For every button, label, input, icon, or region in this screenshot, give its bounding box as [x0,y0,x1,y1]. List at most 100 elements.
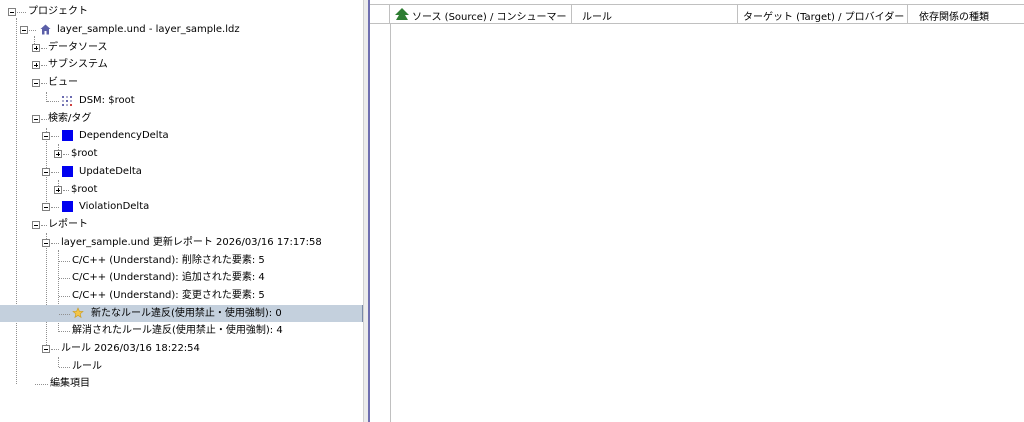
tree-connector [17,12,26,13]
tree-label: $root [71,184,98,195]
tree-label: ルール 2026/03/16 18:22:54 [61,343,200,354]
tree-connector [41,48,47,49]
tree-node-deleted[interactable]: C/C++ (Understand): 削除された要素: 5 [0,252,362,269]
expand-toggle[interactable] [32,61,40,69]
tag-square-icon [62,166,73,177]
tree-node-dep-root[interactable]: $root [0,145,362,162]
tree-label: 編集項目 [50,378,90,389]
collapse-toggle[interactable] [32,221,40,229]
tree-connector [59,261,70,262]
collapse-toggle[interactable] [8,8,16,16]
tree-connector [47,101,59,102]
tree-connector [51,243,59,244]
expand-toggle[interactable] [32,44,40,52]
header-corner-cell [370,5,390,23]
tree-node-update-delta[interactable]: UpdateDelta [0,163,362,180]
tree-label: 検索/タグ [48,113,92,124]
tree-node-project[interactable]: プロジェクト [0,3,362,20]
tree-label: データソース [48,42,108,53]
column-header-label: ソース (Source) / コンシューマー (Co... [412,12,570,23]
tree-connector [59,367,70,368]
tree-connector [41,225,47,226]
tree-node-changed[interactable]: C/C++ (Understand): 変更された要素: 5 [0,287,362,304]
collapse-toggle[interactable] [20,26,28,34]
tree-label: ViolationDelta [79,201,150,212]
tree-node-report[interactable]: レポート [0,216,362,233]
tree-label: C/C++ (Understand): 追加された要素: 4 [72,272,265,283]
collapse-toggle[interactable] [42,203,50,211]
project-tree-panel: プロジェクト layer_sample.und - layer_sample.l… [0,0,365,422]
tree-node-new-violation[interactable]: 新たなルール違反(使用禁止・使用強制): 0 [0,305,363,322]
tree-label: layer_sample.und 更新レポート 2026/03/16 17:17… [61,237,322,248]
column-header-rule[interactable]: ルール [572,5,738,23]
tree-connector [51,136,59,137]
tree-node-rule[interactable]: ルール [0,358,362,375]
tree-label: プロジェクト [28,6,88,17]
star-icon [72,307,84,319]
collapse-toggle[interactable] [42,345,50,353]
tree-connector [41,119,47,120]
tree-connector [63,154,69,155]
tree-node-edit-items[interactable]: 編集項目 [0,375,362,392]
tree-connector [63,190,69,191]
tree-connector [59,278,70,279]
tree-label: サブシステム [48,59,108,70]
column-header-target[interactable]: ターゲット (Target) / プロバイダー (Pro [738,5,908,23]
tree-node-upd-root[interactable]: $root [0,181,362,198]
column-header-label: ルール [582,12,612,23]
sort-ascending-icon [395,8,409,20]
tree-connector [51,207,59,208]
tree-label: $root [71,148,98,159]
dsm-icon [62,96,72,106]
tree-node-rules-run[interactable]: ルール 2026/03/16 18:22:54 [0,340,362,357]
column-header-label: 依存関係の種類 [919,12,989,23]
column-header-label: ターゲット (Target) / プロバイダー (Pro [743,12,907,23]
table-header: ソース (Source) / コンシューマー (Co... ルール ターゲット … [370,4,1024,24]
expand-toggle[interactable] [54,150,62,158]
tree-label: UpdateDelta [79,166,142,177]
tree-connector [35,384,48,385]
tree-label: 新たなルール違反(使用禁止・使用強制): 0 [91,308,282,319]
collapse-toggle[interactable] [42,132,50,140]
tree-node-view[interactable]: ビュー [0,74,362,91]
tree-label: レポート [48,219,88,230]
tree-connector [41,83,47,84]
collapse-toggle[interactable] [42,168,50,176]
tree-connector [41,65,47,66]
tree-label: C/C++ (Understand): 変更された要素: 5 [72,290,265,301]
tree-label: ルール [72,361,102,372]
collapse-toggle[interactable] [42,239,50,247]
column-header-dependency-kind[interactable]: 依存関係の種類 [908,5,1024,23]
dependency-table-panel: ソース (Source) / コンシューマー (Co... ルール ターゲット … [368,0,1024,422]
tree-label: C/C++ (Understand): 削除された要素: 5 [72,255,265,266]
column-header-source[interactable]: ソース (Source) / コンシューマー (Co... [390,5,572,23]
tree-node-dependency-delta[interactable]: DependencyDelta [0,127,362,144]
tree-node-data-source[interactable]: データソース [0,39,362,56]
tree-node-subsystem[interactable]: サブシステム [0,56,362,73]
tree-label: DSM: $root [79,95,135,106]
expand-toggle[interactable] [54,186,62,194]
tree-node-dsm[interactable]: DSM: $root [0,92,362,109]
tag-square-icon [62,201,73,212]
tree-connector [51,349,59,350]
tree-connector [59,331,70,332]
tree-connector [59,314,70,315]
collapse-toggle[interactable] [32,79,40,87]
tree-node-update-report[interactable]: layer_sample.und 更新レポート 2026/03/16 17:17… [0,234,362,251]
tree-connector [29,30,36,31]
tree-node-resolved-violation[interactable]: 解消されたルール違反(使用禁止・使用強制): 4 [0,322,362,339]
tree-node-violation-delta[interactable]: ViolationDelta [0,198,362,215]
tree-label: DependencyDelta [79,130,169,141]
tree-label: ビュー [48,77,78,88]
row-header-gutter [370,23,391,422]
collapse-toggle[interactable] [32,115,40,123]
tree-label: 解消されたルール違反(使用禁止・使用強制): 4 [72,325,283,336]
tree-node-search-tag[interactable]: 検索/タグ [0,110,362,127]
house-icon [40,24,51,35]
tree-label: layer_sample.und - layer_sample.ldz [57,24,240,35]
tree-node-added[interactable]: C/C++ (Understand): 追加された要素: 4 [0,269,362,286]
tree-node-file[interactable]: layer_sample.und - layer_sample.ldz [0,21,362,38]
tree-connector [51,172,59,173]
tag-square-icon [62,130,73,141]
tree-connector [59,296,70,297]
